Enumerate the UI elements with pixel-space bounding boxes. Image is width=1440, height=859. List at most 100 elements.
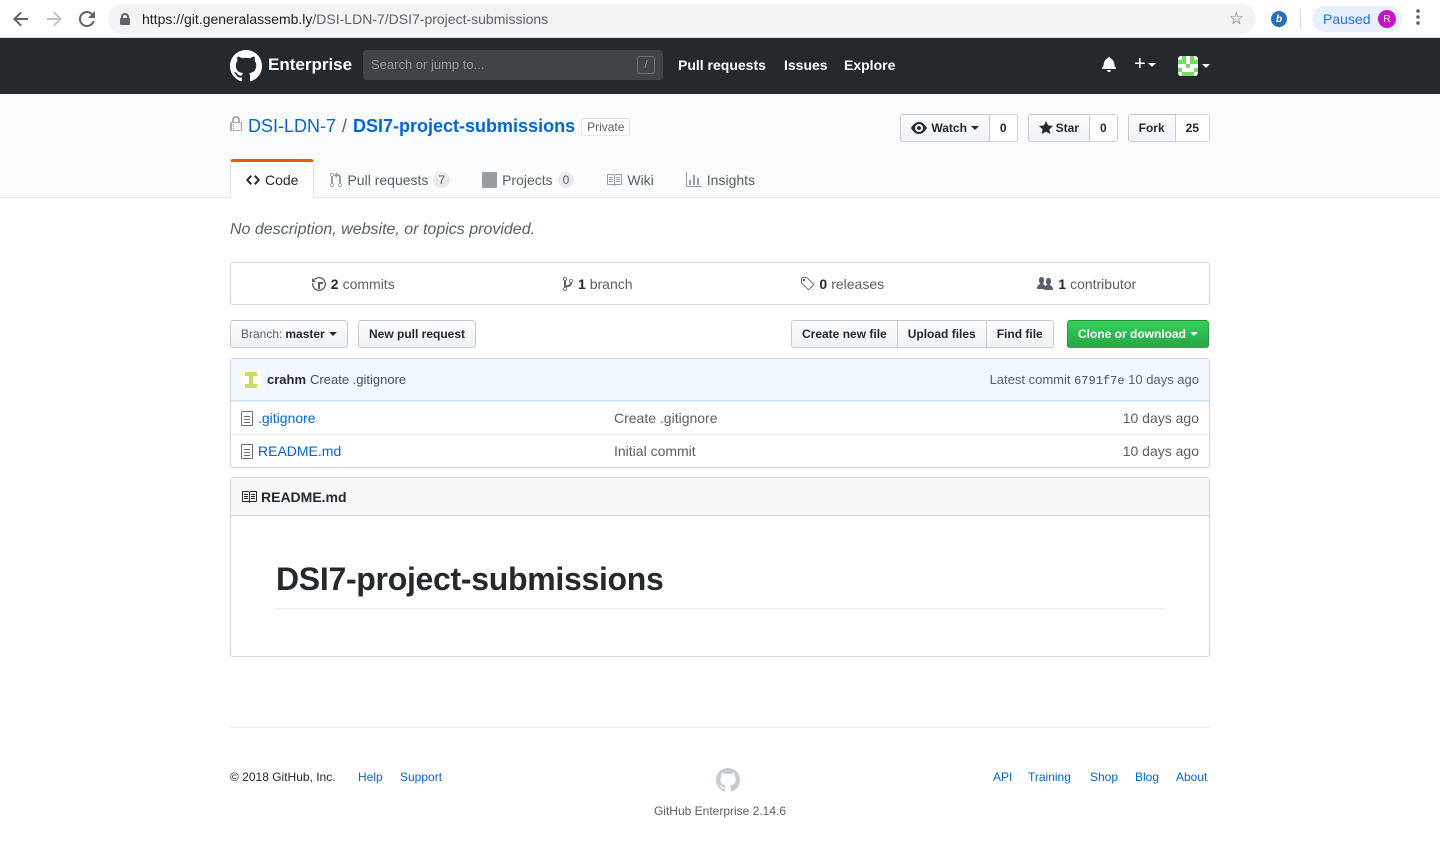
- history-icon: [311, 276, 326, 292]
- chevron-down-icon: [970, 126, 979, 130]
- footer-link-help[interactable]: Help: [358, 770, 383, 784]
- brand-name[interactable]: Enterprise: [268, 55, 352, 75]
- browser-toolbar: https://git.generalassemb.ly/DSI-LDN-7/D…: [0, 0, 1440, 38]
- file-commit-message[interactable]: Initial commit: [614, 443, 696, 459]
- watch-label: Watch: [931, 121, 967, 135]
- file-age: 10 days ago: [1122, 410, 1199, 426]
- create-new-plus-icon[interactable]: +: [1134, 53, 1156, 76]
- tab-label: Pull requests: [347, 172, 429, 188]
- nav-issues[interactable]: Issues: [784, 57, 828, 73]
- address-bar[interactable]: https://git.generalassemb.ly/DSI-LDN-7/D…: [108, 4, 1256, 34]
- toolbar-divider: [1300, 9, 1301, 29]
- book-icon: [241, 489, 257, 505]
- watch-button[interactable]: Watch: [900, 114, 990, 142]
- url-host: https://git.generalassemb.ly: [142, 11, 313, 27]
- file-name-link[interactable]: README.md: [258, 443, 341, 459]
- tab-label: Wiki: [627, 172, 654, 188]
- commit-message[interactable]: Create .gitignore: [310, 372, 406, 387]
- repo-name-link[interactable]: DSI7-project-submissions: [353, 116, 575, 137]
- tab-wiki[interactable]: Wiki: [590, 159, 669, 199]
- notification-bell-icon[interactable]: [1102, 56, 1117, 75]
- nav-pull-requests[interactable]: Pull requests: [678, 57, 766, 73]
- file-commit-message[interactable]: Create .gitignore: [614, 410, 718, 426]
- footer-link-training[interactable]: Training: [1028, 770, 1071, 784]
- latest-commit-bar: crahm Create .gitignore Latest commit 67…: [231, 359, 1209, 401]
- footer-link-shop[interactable]: Shop: [1090, 770, 1118, 784]
- latest-commit-prefix: Latest commit: [989, 371, 1071, 387]
- tag-icon: [800, 276, 815, 292]
- repo-description: No description, website, or topics provi…: [230, 221, 536, 238]
- pull-requests-counter: 7: [433, 172, 451, 188]
- fork-label: Fork: [1138, 121, 1165, 135]
- enterprise-version: GitHub Enterprise 2.14.6: [653, 804, 787, 818]
- copyright: © 2018 GitHub, Inc.: [230, 770, 336, 784]
- repo-owner-link[interactable]: DSI-LDN-7: [248, 116, 336, 137]
- star-button[interactable]: Star: [1027, 114, 1090, 142]
- star-icon: [1038, 120, 1053, 136]
- file-row: .gitignore Create .gitignore 10 days ago: [231, 401, 1209, 434]
- eye-icon: [911, 120, 928, 136]
- site-footer: © 2018 GitHub, Inc. Help Support API Tra…: [230, 727, 1210, 837]
- tab-code[interactable]: Code: [230, 159, 315, 199]
- branches-count: 1: [577, 275, 586, 292]
- readme-panel: README.md DSI7-project-submissions: [230, 477, 1210, 657]
- repo-header: DSI-LDN-7 / DSI7-project-submissions Pri…: [0, 94, 1440, 199]
- bookmark-star-icon[interactable]: ☆: [1229, 9, 1244, 29]
- chevron-down-icon: [1190, 332, 1198, 336]
- tab-insights[interactable]: Insights: [670, 159, 771, 199]
- branch-name: master: [285, 327, 325, 341]
- repo-actions: Watch 0 Star 0 Fork 25: [890, 114, 1210, 142]
- star-group: Star 0: [1027, 114, 1118, 142]
- forward-arrow-icon[interactable]: [43, 8, 65, 30]
- github-mark-icon[interactable]: [716, 768, 740, 795]
- file-icon: [241, 444, 253, 459]
- footer-link-api[interactable]: API: [993, 770, 1012, 784]
- footer-link-support[interactable]: Support: [400, 770, 442, 784]
- commit-author[interactable]: crahm: [267, 372, 306, 387]
- branch-select-button[interactable]: Branch: master: [230, 320, 348, 348]
- user-menu[interactable]: [1178, 56, 1210, 76]
- upload-files-button[interactable]: Upload files: [896, 320, 987, 348]
- lock-icon: [230, 116, 242, 137]
- footer-link-blog[interactable]: Blog: [1135, 770, 1159, 784]
- book-icon: [606, 172, 623, 188]
- chevron-down-icon: [328, 332, 337, 336]
- releases-count: 0: [819, 275, 828, 292]
- code-icon: [246, 172, 260, 188]
- footer-link-about[interactable]: About: [1176, 770, 1207, 784]
- commit-author-avatar[interactable]: [241, 369, 261, 390]
- fork-button[interactable]: Fork: [1127, 114, 1176, 142]
- profile-button[interactable]: Paused R: [1312, 6, 1402, 32]
- tab-projects[interactable]: Projects 0: [466, 159, 590, 199]
- profile-status: Paused: [1323, 11, 1371, 27]
- watch-group: Watch 0: [900, 114, 1018, 142]
- browser-menu-icon[interactable]: [1414, 9, 1422, 25]
- nav-explore[interactable]: Explore: [844, 57, 895, 73]
- github-logo-icon[interactable]: [230, 50, 262, 82]
- commits-link[interactable]: 2 commits: [231, 263, 476, 304]
- file-name-link[interactable]: .gitignore: [258, 410, 316, 426]
- search-input[interactable]: Search or jump to... /: [363, 50, 663, 80]
- branches-label: branch: [589, 275, 633, 292]
- file-actions-group: Create new file Upload files Find file: [791, 320, 1054, 348]
- releases-link[interactable]: 0 releases: [720, 263, 965, 304]
- contributors-link[interactable]: 1 contributor: [965, 263, 1210, 304]
- reload-icon[interactable]: [76, 8, 98, 30]
- fork-count[interactable]: 25: [1175, 114, 1210, 142]
- star-count[interactable]: 0: [1089, 114, 1118, 142]
- find-file-button[interactable]: Find file: [985, 320, 1054, 348]
- tab-pull-requests[interactable]: Pull requests 7: [314, 159, 466, 199]
- user-avatar: [1178, 56, 1198, 76]
- contributors-count: 1: [1058, 275, 1067, 292]
- people-icon: [1037, 276, 1054, 292]
- branch-icon: [562, 276, 573, 292]
- branches-link[interactable]: 1 branch: [476, 263, 721, 304]
- commit-sha[interactable]: 6791f7e: [1074, 374, 1124, 388]
- new-pull-request-button[interactable]: New pull request: [358, 320, 477, 348]
- create-new-file-button[interactable]: Create new file: [791, 320, 898, 348]
- clone-download-button[interactable]: Clone or download: [1067, 320, 1209, 348]
- back-arrow-icon[interactable]: [10, 8, 32, 30]
- extension-icon[interactable]: b: [1271, 11, 1287, 27]
- watch-count[interactable]: 0: [989, 114, 1018, 142]
- tab-label: Code: [265, 172, 299, 188]
